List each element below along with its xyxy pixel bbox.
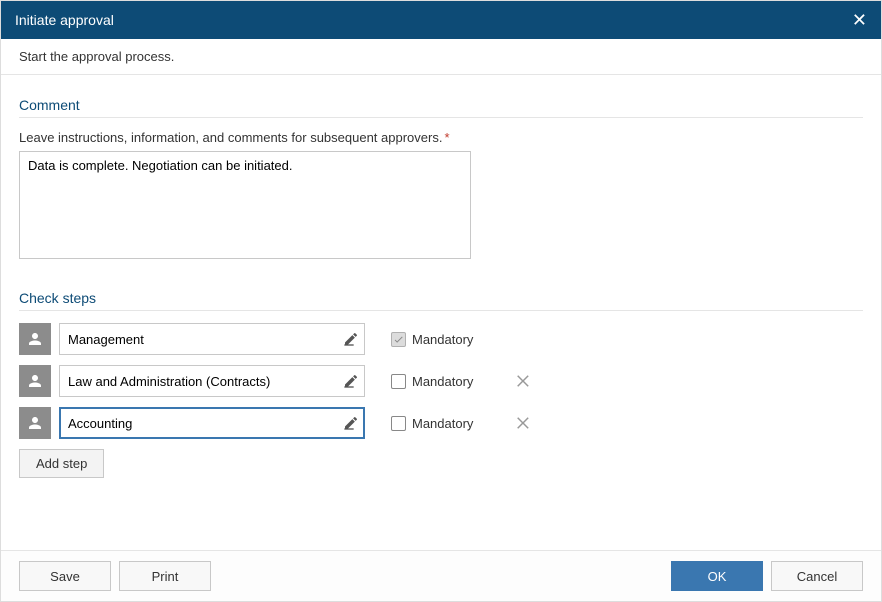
delete-step-icon[interactable]: [515, 372, 533, 390]
comment-section-title: Comment: [19, 97, 863, 118]
steps-list: Mandatory Mandatory Mandatory: [19, 323, 863, 439]
check-steps-section: Check steps Mandatory MandatoryMandatory …: [19, 290, 863, 478]
step-input[interactable]: [59, 323, 365, 355]
mandatory-wrap: Mandatory: [391, 374, 473, 389]
step-input-wrap: [59, 407, 365, 439]
edit-icon[interactable]: [343, 415, 359, 431]
dialog-titlebar: Initiate approval ✕: [1, 1, 881, 39]
step-input-wrap: [59, 323, 365, 355]
comment-field-label: Leave instructions, information, and com…: [19, 130, 863, 145]
mandatory-wrap: Mandatory: [391, 416, 473, 431]
step-row: Mandatory: [19, 407, 863, 439]
comment-textarea[interactable]: [19, 151, 471, 259]
dialog-title: Initiate approval: [15, 12, 114, 28]
step-input-wrap: [59, 365, 365, 397]
save-button[interactable]: Save: [19, 561, 111, 591]
edit-icon[interactable]: [343, 373, 359, 389]
person-icon[interactable]: [19, 323, 51, 355]
comment-section: Comment Leave instructions, information,…: [19, 97, 863, 262]
step-input[interactable]: [59, 365, 365, 397]
cancel-button[interactable]: Cancel: [771, 561, 863, 591]
edit-icon[interactable]: [343, 331, 359, 347]
dialog-footer: Save Print OK Cancel: [1, 550, 881, 601]
add-step-button[interactable]: Add step: [19, 449, 104, 478]
check-steps-title: Check steps: [19, 290, 863, 311]
dialog-subtitle: Start the approval process.: [1, 39, 881, 75]
mandatory-wrap: Mandatory: [391, 332, 473, 347]
required-marker: *: [444, 130, 449, 145]
mandatory-label: Mandatory: [412, 374, 473, 389]
step-row: Mandatory: [19, 365, 863, 397]
delete-step-icon[interactable]: [515, 414, 533, 432]
step-input[interactable]: [59, 407, 365, 439]
ok-button[interactable]: OK: [671, 561, 763, 591]
person-icon[interactable]: [19, 365, 51, 397]
mandatory-checkbox[interactable]: [391, 374, 406, 389]
step-row: Mandatory: [19, 323, 863, 355]
dialog-content: Comment Leave instructions, information,…: [1, 75, 881, 550]
person-icon[interactable]: [19, 407, 51, 439]
print-button[interactable]: Print: [119, 561, 211, 591]
mandatory-label: Mandatory: [412, 416, 473, 431]
mandatory-label: Mandatory: [412, 332, 473, 347]
mandatory-checkbox[interactable]: [391, 416, 406, 431]
mandatory-checkbox: [391, 332, 406, 347]
close-icon[interactable]: ✕: [852, 11, 867, 29]
